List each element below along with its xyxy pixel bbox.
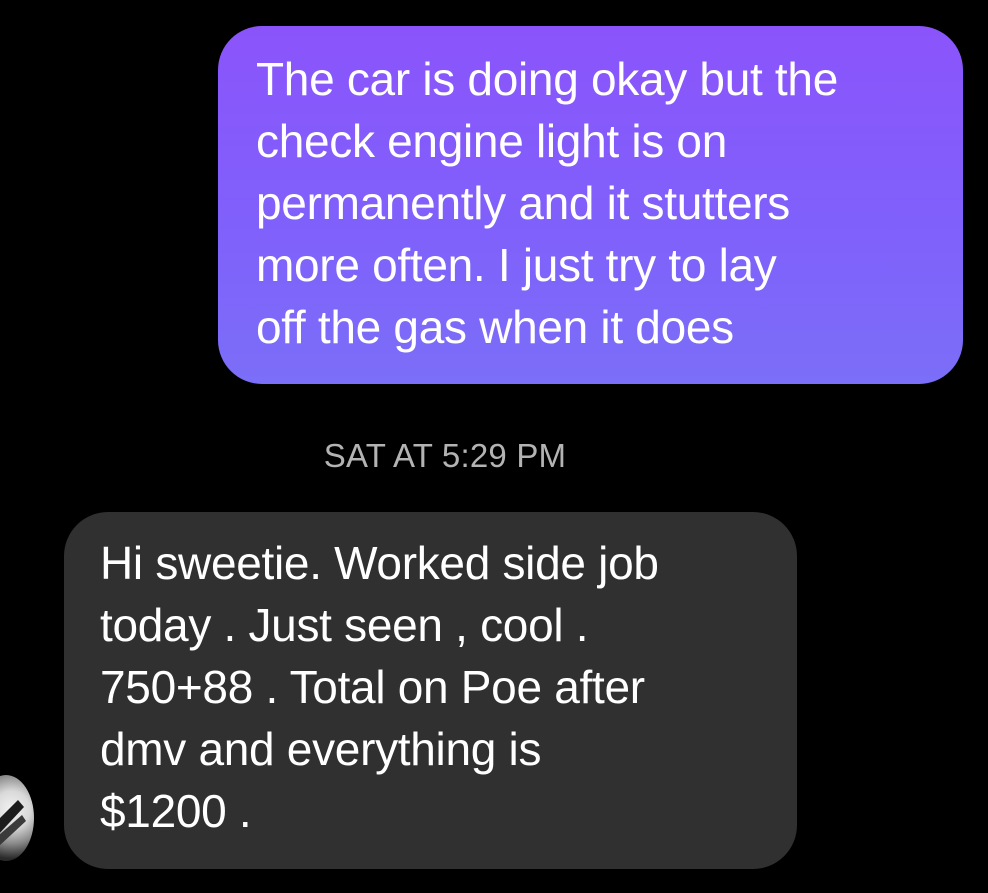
message-timestamp: SAT AT 5:29 PM	[323, 437, 567, 474]
contact-avatar[interactable]	[0, 775, 34, 861]
received-message-bubble[interactable]: Hi sweetie. Worked side job today . Just…	[64, 512, 797, 869]
sent-message-bubble[interactable]: The car is doing okay but the check engi…	[218, 26, 963, 384]
message-thread: The car is doing okay but the check engi…	[0, 0, 988, 893]
avatar-photo-icon	[0, 800, 26, 846]
